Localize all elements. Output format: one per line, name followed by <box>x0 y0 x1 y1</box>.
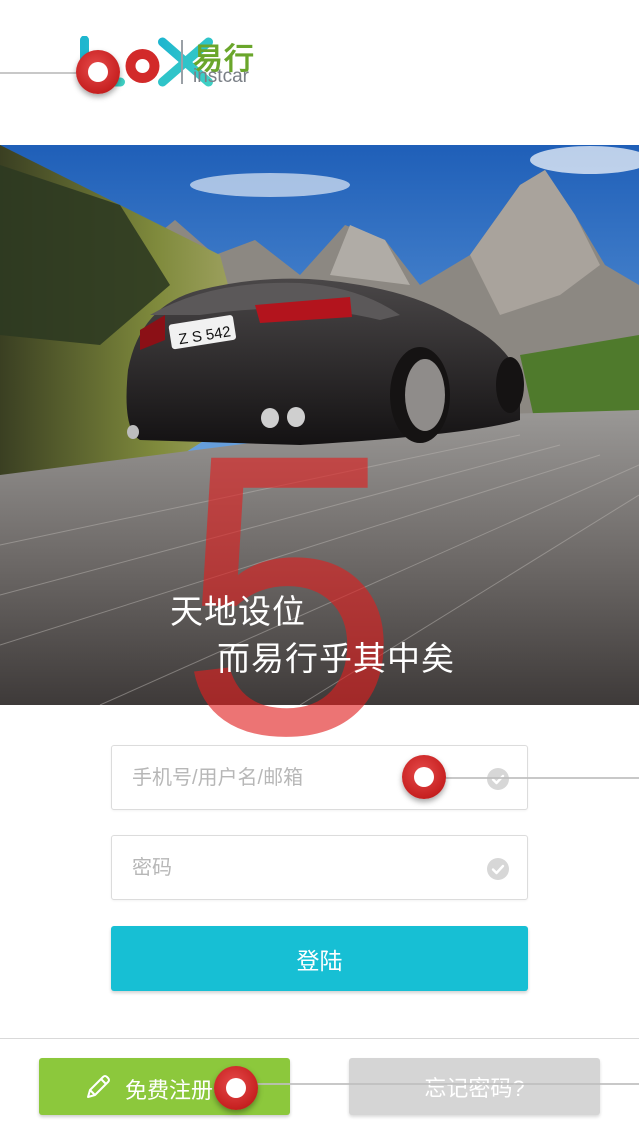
login-button[interactable]: 登陆 <box>111 926 528 991</box>
pencil-icon <box>87 1075 110 1098</box>
forgot-password-button[interactable]: 忘记密码? <box>349 1058 600 1115</box>
hero-banner: Z S 542 <box>0 145 639 705</box>
check-circle-icon <box>487 858 509 880</box>
tutorial-marker-icon <box>402 755 446 799</box>
tutorial-marker-icon <box>214 1066 258 1110</box>
password-field[interactable] <box>111 835 528 900</box>
password-input[interactable] <box>132 850 472 886</box>
tutorial-marker-icon <box>76 50 120 94</box>
check-circle-icon <box>487 768 509 790</box>
hero-slogan-line2: 而易行乎其中矣 <box>217 640 455 677</box>
tutorial-line-logo <box>0 72 85 74</box>
hero-image: Z S 542 <box>0 145 639 705</box>
brand-name-en: instcar <box>193 66 249 87</box>
tutorial-line-register <box>236 1083 639 1085</box>
tutorial-line-username <box>424 777 639 779</box>
brand-separator <box>181 40 183 84</box>
register-label: 免费注册 <box>125 1078 214 1103</box>
footer-divider <box>0 1038 639 1039</box>
hero-slogan-line1: 天地设位 <box>170 593 306 630</box>
